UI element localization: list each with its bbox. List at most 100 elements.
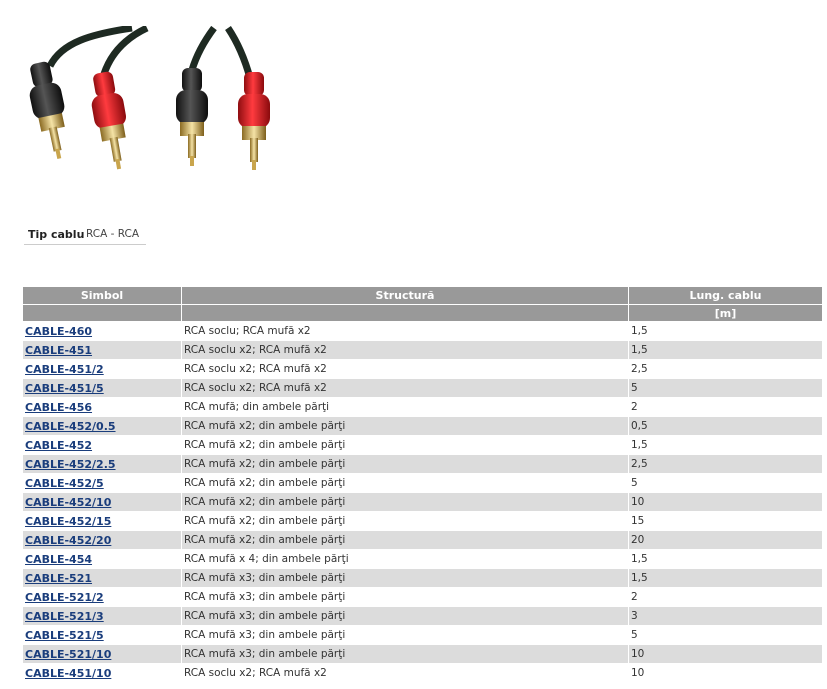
cell-length: 1,5 (629, 436, 822, 454)
product-link[interactable]: CABLE-521/5 (25, 629, 104, 642)
table-row: CABLE-451 RCA soclu x2; RCA mufă x2 1,5 (23, 341, 822, 359)
cell-symbol: CABLE-454 (23, 550, 181, 568)
table-row: CABLE-456 RCA mufă; din ambele părţi 2 (23, 398, 822, 416)
product-link[interactable]: CABLE-451 (25, 344, 92, 357)
cell-length: 3 (629, 607, 822, 625)
cell-length: 5 (629, 474, 822, 492)
column-subheader-symbol (23, 305, 181, 321)
cell-structure: RCA mufă x3; din ambele părţi (182, 645, 628, 663)
cell-symbol: CABLE-451 (23, 341, 181, 359)
table-subheader-row: [m] (23, 305, 822, 321)
cell-symbol: CABLE-452/15 (23, 512, 181, 530)
table-row: CABLE-452 RCA mufă x2; din ambele părţi 1,… (23, 436, 822, 454)
product-link[interactable]: CABLE-456 (25, 401, 92, 414)
product-link[interactable]: CABLE-451/2 (25, 363, 104, 376)
cell-length: 1,5 (629, 341, 822, 359)
product-link[interactable]: CABLE-460 (25, 325, 92, 338)
cell-length: 2 (629, 588, 822, 606)
product-table: Simbol Structură Lung. cablu [m] CABLE-4… (22, 286, 823, 683)
cell-structure: RCA mufă x 4; din ambele părţi (182, 550, 628, 568)
cell-structure: RCA mufă x2; din ambele părţi (182, 493, 628, 511)
cell-symbol: CABLE-451/2 (23, 360, 181, 378)
cell-symbol: CABLE-451/10 (23, 664, 181, 682)
table-row: CABLE-521/2 RCA mufă x3; din ambele părţi… (23, 588, 822, 606)
table-row: CABLE-454 RCA mufă x 4; din ambele părţi 1… (23, 550, 822, 568)
cell-structure: RCA mufă x3; din ambele părţi (182, 569, 628, 587)
cell-symbol: CABLE-452/20 (23, 531, 181, 549)
cell-length: 0,5 (629, 417, 822, 435)
cell-length: 5 (629, 626, 822, 644)
cell-symbol: CABLE-456 (23, 398, 181, 416)
table-row: CABLE-521 RCA mufă x3; din ambele părţi 1,… (23, 569, 822, 587)
cell-length: 10 (629, 664, 822, 682)
cell-symbol: CABLE-452/0.5 (23, 417, 181, 435)
cable-type-label: Tip cablu (28, 227, 85, 241)
cell-symbol: CABLE-451/5 (23, 379, 181, 397)
product-rows: CABLE-460 RCA soclu; RCA mufă x2 1,5 CABLE-… (23, 322, 822, 682)
cell-length: 2,5 (629, 455, 822, 473)
product-link[interactable]: CABLE-451/10 (25, 667, 111, 680)
column-header-structure: Structură (182, 287, 628, 304)
cable-type-spec: Tip cablu RCA - RCA (24, 224, 146, 245)
table-row: CABLE-452/5 RCA mufă x2; din ambele părţi… (23, 474, 822, 492)
cell-length: 5 (629, 379, 822, 397)
table-row: CABLE-452/20 RCA mufă x2; din ambele părţ… (23, 531, 822, 549)
cell-symbol: CABLE-521/3 (23, 607, 181, 625)
column-header-symbol: Simbol (23, 287, 181, 304)
table-row: CABLE-521/5 RCA mufă x3; din ambele părţi… (23, 626, 822, 644)
cell-structure: RCA mufă x3; din ambele părţi (182, 588, 628, 606)
cell-structure: RCA mufă x2; din ambele părţi (182, 417, 628, 435)
cell-structure: RCA soclu; RCA mufă x2 (182, 322, 628, 340)
cell-length: 1,5 (629, 550, 822, 568)
cell-structure: RCA mufă x2; din ambele părţi (182, 455, 628, 473)
cell-symbol: CABLE-521/10 (23, 645, 181, 663)
product-link[interactable]: CABLE-521 (25, 572, 92, 585)
cell-symbol: CABLE-452/2.5 (23, 455, 181, 473)
cell-symbol: CABLE-521/2 (23, 588, 181, 606)
cell-symbol: CABLE-452 (23, 436, 181, 454)
cell-length: 20 (629, 531, 822, 549)
cell-symbol: CABLE-521/5 (23, 626, 181, 644)
table-row: CABLE-521/10 RCA mufă x3; din ambele părţ… (23, 645, 822, 663)
cell-structure: RCA soclu x2; RCA mufă x2 (182, 341, 628, 359)
product-image (29, 26, 270, 170)
product-link[interactable]: CABLE-452/2.5 (25, 458, 116, 471)
cell-symbol: CABLE-460 (23, 322, 181, 340)
cell-structure: RCA mufă x3; din ambele părţi (182, 607, 628, 625)
product-link[interactable]: CABLE-452/15 (25, 515, 111, 528)
product-link[interactable]: CABLE-452/5 (25, 477, 104, 490)
cell-structure: RCA mufă x3; din ambele părţi (182, 626, 628, 644)
cell-symbol: CABLE-521 (23, 569, 181, 587)
cell-length: 2,5 (629, 360, 822, 378)
column-subheader-length-unit: [m] (629, 305, 822, 321)
table-row: CABLE-452/15 RCA mufă x2; din ambele părţ… (23, 512, 822, 530)
cable-pair-right-icon (176, 26, 270, 170)
cell-length: 15 (629, 512, 822, 530)
product-link[interactable]: CABLE-452/0.5 (25, 420, 116, 433)
product-link[interactable]: CABLE-452/10 (25, 496, 111, 509)
cell-symbol: CABLE-452/10 (23, 493, 181, 511)
table-row: CABLE-452/10 RCA mufă x2; din ambele părţ… (23, 493, 822, 511)
product-link[interactable]: CABLE-454 (25, 553, 92, 566)
cell-structure: RCA soclu x2; RCA mufă x2 (182, 360, 628, 378)
product-link[interactable]: CABLE-452 (25, 439, 92, 452)
cell-length: 1,5 (629, 322, 822, 340)
column-subheader-structure (182, 305, 628, 321)
cell-structure: RCA mufă x2; din ambele părţi (182, 531, 628, 549)
cable-type-value: RCA - RCA (86, 228, 140, 240)
cell-length: 1,5 (629, 569, 822, 587)
product-link[interactable]: CABLE-521/10 (25, 648, 111, 661)
table-header-row: Simbol Structură Lung. cablu (23, 287, 822, 304)
table-row: CABLE-452/0.5 RCA mufă x2; din ambele păr… (23, 417, 822, 435)
table-row: CABLE-451/10 RCA soclu x2; RCA mufă x2 10 (23, 664, 822, 682)
table-row: CABLE-521/3 RCA mufă x3; din ambele părţi… (23, 607, 822, 625)
product-link[interactable]: CABLE-521/3 (25, 610, 104, 623)
product-link[interactable]: CABLE-521/2 (25, 591, 104, 604)
table-row: CABLE-460 RCA soclu; RCA mufă x2 1,5 (23, 322, 822, 340)
table-row: CABLE-451/5 RCA soclu x2; RCA mufă x2 5 (23, 379, 822, 397)
column-header-length: Lung. cablu (629, 287, 822, 304)
cell-structure: RCA soclu x2; RCA mufă x2 (182, 664, 628, 682)
product-link[interactable]: CABLE-452/20 (25, 534, 111, 547)
product-link[interactable]: CABLE-451/5 (25, 382, 104, 395)
cell-structure: RCA mufă; din ambele părţi (182, 398, 628, 416)
